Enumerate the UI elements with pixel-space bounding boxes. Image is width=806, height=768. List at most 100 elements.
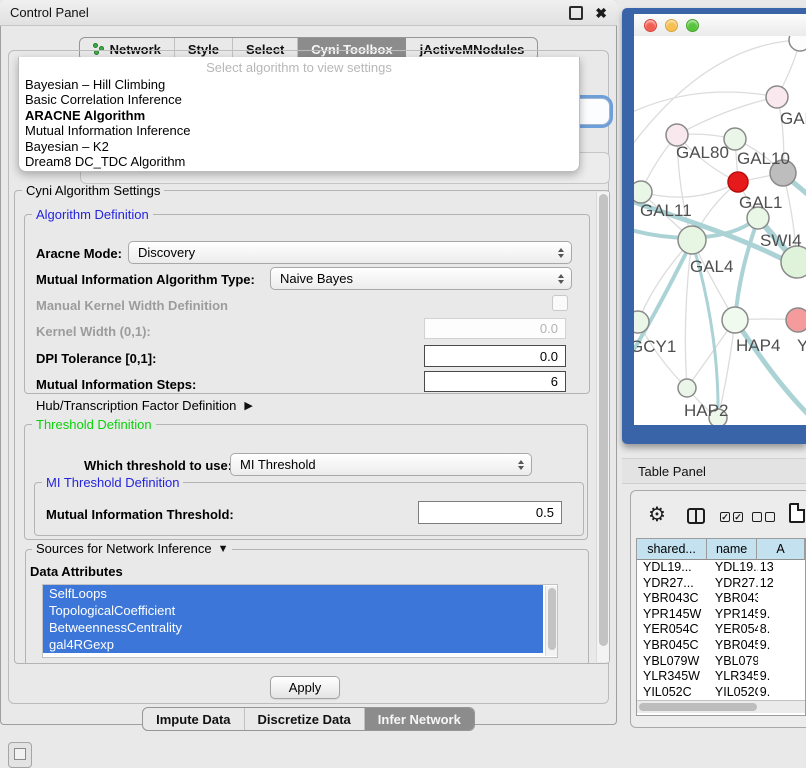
table-cell: YDR27... — [707, 576, 758, 592]
table-panel-title: Table Panel — [638, 464, 706, 479]
algorithm-option[interactable]: Basic Correlation Inference — [19, 92, 579, 107]
manual-kernel-label: Manual Kernel Width Definition — [36, 298, 228, 313]
algorithm-option[interactable]: Bayesian – K2 — [19, 139, 579, 154]
table-column-header[interactable]: A — [757, 539, 805, 560]
threshold-definition-title: Threshold Definition — [32, 417, 156, 432]
which-threshold-value: MI Threshold — [240, 457, 316, 472]
dpi-tolerance-field[interactable]: 0.0 — [424, 345, 566, 367]
settings-scrollbar[interactable] — [596, 192, 609, 662]
data-attribute-item[interactable]: TopologicalCoefficient — [43, 602, 543, 619]
table-cell: 9. — [758, 669, 805, 685]
data-attributes-label: Data Attributes — [30, 564, 123, 579]
settings-scrollbar-thumb[interactable] — [599, 194, 608, 646]
tab-impute-data[interactable]: Impute Data — [143, 708, 243, 730]
table-row[interactable]: YLR345WYLR345W9. — [637, 669, 805, 685]
network-node[interactable] — [786, 308, 806, 332]
combo-arrows-icon — [558, 248, 564, 258]
network-node-label: HAP4 — [736, 336, 780, 355]
mi-type-label: Mutual Information Algorithm Type: — [36, 272, 255, 287]
mi-type-value: Naive Bayes — [280, 271, 353, 286]
gear-icon[interactable]: ⚙ — [648, 504, 666, 526]
minimize-window-icon[interactable] — [665, 19, 678, 32]
data-attribute-item[interactable]: SelfLoops — [43, 585, 543, 602]
table-cell — [758, 654, 805, 670]
table-cell: YBR043C — [637, 591, 707, 607]
network-node[interactable] — [781, 246, 806, 278]
tab-discretize-data[interactable]: Discretize Data — [244, 708, 364, 730]
deselect-all-icon[interactable] — [752, 512, 775, 522]
aracne-mode-combobox[interactable]: Discovery — [128, 241, 572, 264]
hub-definition-disclosure[interactable]: Hub/Transcription Factor Definition ▶ — [36, 398, 253, 413]
close-panel-icon[interactable]: ✖ — [595, 8, 607, 18]
algorithm-definition-title: Algorithm Definition — [32, 207, 153, 222]
manual-kernel-checkbox[interactable] — [552, 295, 568, 311]
which-threshold-combobox[interactable]: MI Threshold — [230, 453, 532, 476]
table-row[interactable]: YDL19...YDL19...13 — [637, 560, 805, 576]
float-panel-icon[interactable] — [569, 6, 583, 20]
algorithm-option[interactable]: Mutual Information Inference — [19, 123, 579, 138]
algorithm-option[interactable]: Bayesian – Hill Climbing — [19, 77, 579, 92]
dpi-tolerance-label: DPI Tolerance [0,1]: — [36, 351, 156, 366]
table-row[interactable]: YBR043CYBR043C — [637, 591, 805, 607]
table-cell: 9. — [758, 685, 805, 701]
data-attribute-item[interactable]: BetweennessCentrality — [43, 619, 543, 636]
mi-steps-label: Mutual Information Steps: — [36, 377, 196, 392]
tab-infer-network[interactable]: Infer Network — [364, 708, 474, 730]
hub-definition-label: Hub/Transcription Factor Definition — [36, 398, 236, 413]
network-node[interactable] — [789, 36, 806, 51]
table-cell: YER054C — [637, 622, 707, 638]
columns-icon[interactable] — [687, 508, 705, 524]
table-cell: YDL19... — [637, 560, 707, 576]
network-node[interactable] — [728, 172, 748, 192]
table-cell: YDR27... — [637, 576, 707, 592]
network-node[interactable] — [634, 311, 649, 333]
mi-threshold-field[interactable]: 0.5 — [418, 501, 562, 524]
kernel-width-value: 0.0 — [540, 321, 558, 336]
algorithm-option[interactable]: Dream8 DC_TDC Algorithm — [19, 154, 579, 169]
sources-disclosure[interactable]: Sources for Network Inference ▼ — [32, 541, 232, 556]
control-panel-title: Control Panel — [10, 5, 89, 20]
network-node-label: GAL — [780, 109, 806, 128]
kernel-width-field[interactable]: 0.0 — [424, 318, 566, 339]
table-row[interactable]: YBL079WYBL079W — [637, 654, 805, 670]
attributes-scrollbar-thumb[interactable] — [548, 588, 556, 650]
control-panel-titlebar: Control Panel ✖ — [0, 0, 617, 26]
table-cell: YBL079W — [637, 654, 707, 670]
algorithm-option[interactable]: ARACNE Algorithm — [19, 108, 579, 123]
mi-steps-value: 6 — [551, 374, 558, 389]
network-canvas[interactable]: GALGAL80GAL10GAL1GAL11SWI4GAL4GCY1HAP4YH… — [634, 36, 806, 425]
table-row[interactable]: YER054CYER054C8. — [637, 622, 805, 638]
close-window-icon[interactable] — [644, 19, 657, 32]
table-column-header[interactable]: name — [707, 539, 757, 560]
network-node[interactable] — [678, 226, 706, 254]
data-attribute-item[interactable]: gal4RGexp — [43, 636, 543, 653]
table-row[interactable]: YIL052CYIL052C9. — [637, 685, 805, 701]
table-row[interactable]: YBR045CYBR045C9. — [637, 638, 805, 654]
table-cell: YLR345W — [637, 669, 707, 685]
table-horizontal-scrollbar[interactable] — [637, 700, 805, 713]
network-node[interactable] — [766, 86, 788, 108]
table-column-header[interactable]: shared... — [637, 539, 707, 560]
which-threshold-label: Which threshold to use: — [84, 458, 232, 473]
table-row[interactable]: YPR145WYPR145W9. — [637, 607, 805, 623]
table-row[interactable]: YDR27...YDR27...12 — [637, 576, 805, 592]
table-panel-titlebar: Table Panel — [622, 458, 806, 484]
file-icon[interactable] — [789, 503, 805, 523]
network-node-label: Y — [797, 336, 806, 355]
network-node[interactable] — [634, 181, 652, 203]
maximize-window-icon[interactable] — [686, 19, 699, 32]
network-node-label: GAL11 — [640, 201, 692, 220]
mi-threshold-value: 0.5 — [536, 505, 554, 520]
mi-steps-field[interactable]: 6 — [424, 371, 566, 392]
table-cell: YLR345W — [707, 669, 758, 685]
network-node[interactable] — [678, 379, 696, 397]
mi-type-combobox[interactable]: Naive Bayes — [270, 267, 572, 290]
docked-panel-icon[interactable] — [8, 742, 32, 768]
table-cell — [758, 591, 805, 607]
table-cell: YBL079W — [707, 654, 758, 670]
select-all-icon[interactable]: ✓✓ — [720, 512, 743, 522]
apply-button[interactable]: Apply — [270, 676, 340, 699]
attributes-scrollbar[interactable] — [545, 586, 557, 656]
table-scrollbar-thumb[interactable] — [639, 703, 757, 711]
network-node[interactable] — [722, 307, 748, 333]
